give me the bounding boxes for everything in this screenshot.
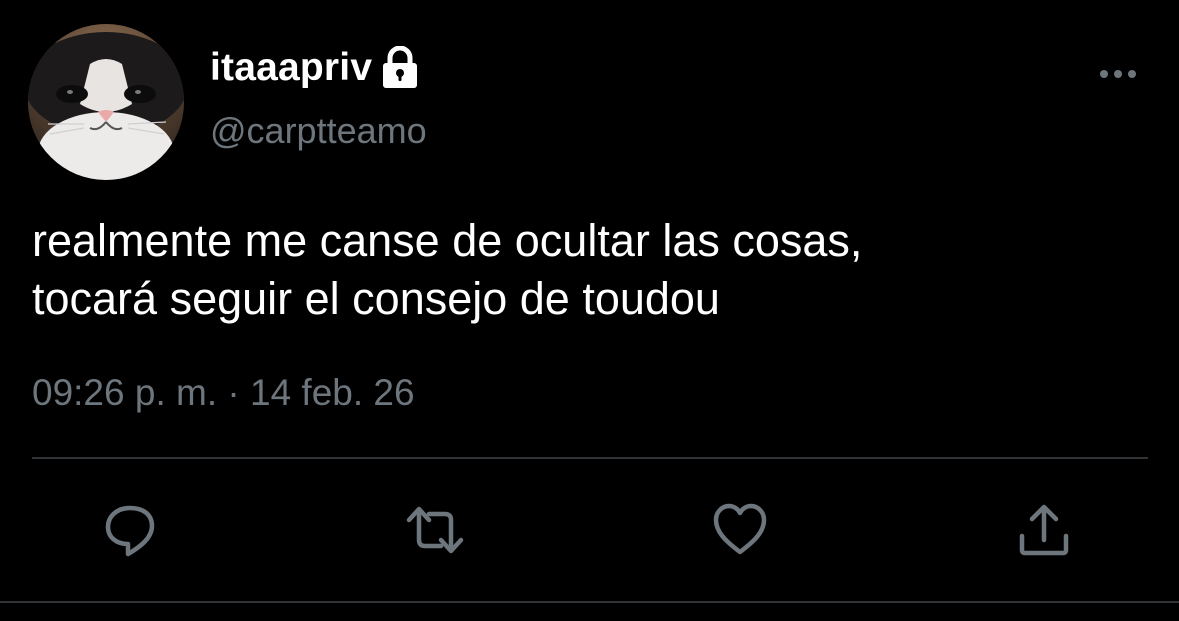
- display-name-row[interactable]: itaaapriv: [210, 40, 420, 96]
- display-name[interactable]: itaaapriv: [210, 46, 372, 90]
- action-bar: [0, 500, 1179, 560]
- tweet-card: itaaapriv @carptteamo realmente me canse…: [0, 0, 1179, 621]
- like-icon[interactable]: [710, 500, 770, 560]
- retweet-icon[interactable]: [405, 500, 465, 560]
- reply-icon[interactable]: [100, 500, 160, 560]
- bottom-divider: [0, 601, 1179, 603]
- tweet-timestamp[interactable]: 09:26 p. m. · 14 feb. 26: [32, 372, 415, 414]
- divider: [32, 457, 1148, 459]
- tweet-text: realmente me canse de ocultar las cosas,…: [32, 215, 863, 324]
- lock-icon: [380, 45, 420, 90]
- more-options-icon[interactable]: [1096, 62, 1140, 86]
- user-handle[interactable]: @carptteamo: [210, 110, 427, 152]
- avatar[interactable]: [28, 24, 184, 180]
- cat-photo-avatar: [28, 24, 184, 180]
- share-icon[interactable]: [1014, 500, 1074, 560]
